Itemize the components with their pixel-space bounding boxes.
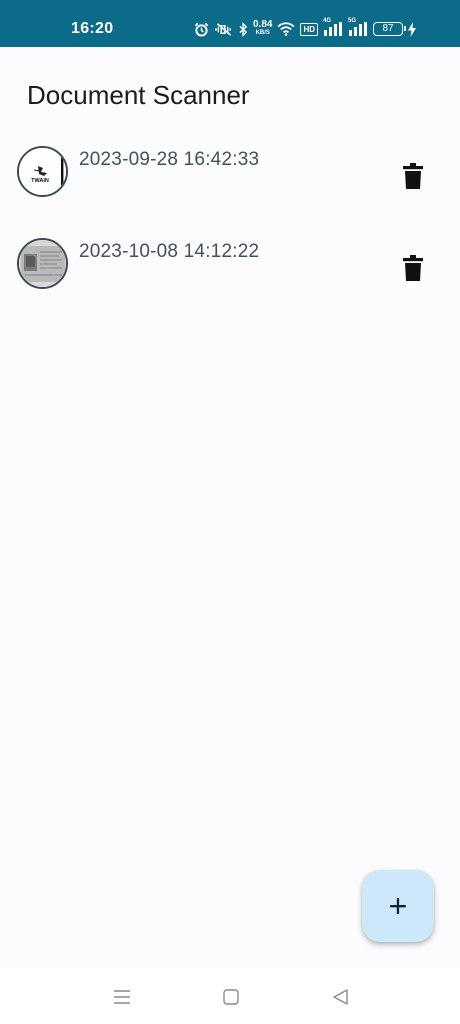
delete-button[interactable] bbox=[400, 253, 426, 283]
add-document-button[interactable]: + bbox=[362, 870, 434, 942]
bluetooth-icon bbox=[239, 21, 248, 37]
charging-icon bbox=[408, 21, 417, 37]
wifi-icon bbox=[277, 22, 296, 36]
menu-button[interactable] bbox=[111, 986, 133, 1008]
status-icons: 0.84 KB/S HD 4G 5G 87 bbox=[194, 18, 417, 39]
mute-vibrate-icon bbox=[215, 22, 232, 36]
back-button[interactable] bbox=[330, 986, 352, 1008]
trash-icon bbox=[403, 255, 423, 281]
document-thumbnail[interactable] bbox=[17, 238, 68, 289]
thumbnail-text: TWAIN bbox=[31, 178, 49, 184]
trash-icon bbox=[403, 163, 423, 189]
document-thumbnail[interactable]: TWAIN bbox=[17, 146, 68, 197]
home-button[interactable] bbox=[220, 986, 242, 1008]
navigation-bar bbox=[0, 968, 460, 1024]
signal-icon: 5G bbox=[348, 18, 368, 36]
status-bar: 16:20 0.84 KB/S HD 4G 5G 87 bbox=[0, 0, 460, 47]
document-photo-icon bbox=[19, 240, 66, 287]
signal-tag-5g: 5G bbox=[348, 18, 357, 24]
net-speed: 0.84 KB/S bbox=[253, 19, 273, 37]
back-icon bbox=[333, 989, 348, 1005]
twain-logo-icon: TWAIN bbox=[19, 148, 66, 195]
document-date: 2023-10-08 14:12:22 bbox=[79, 241, 260, 262]
battery-level: 87 bbox=[382, 23, 394, 34]
list-item[interactable]: 2023-10-08 14:12:22 bbox=[0, 232, 460, 292]
page-title: Document Scanner bbox=[27, 80, 250, 110]
add-icon: + bbox=[388, 887, 408, 924]
delete-button[interactable] bbox=[400, 161, 426, 191]
document-date: 2023-09-28 16:42:33 bbox=[79, 149, 260, 170]
menu-icon bbox=[114, 990, 130, 1004]
list-item[interactable]: TWAIN 2023-09-28 16:42:33 bbox=[0, 140, 460, 200]
signal-icon: 4G bbox=[323, 18, 343, 36]
alarm-icon bbox=[194, 22, 209, 37]
signal-tag-4g: 4G bbox=[323, 18, 332, 24]
home-icon bbox=[223, 989, 239, 1005]
status-time: 16:20 bbox=[71, 20, 114, 37]
net-speed-unit: KB/S bbox=[255, 30, 270, 36]
net-speed-value: 0.84 bbox=[253, 19, 273, 30]
hd-badge: HD bbox=[300, 22, 319, 36]
battery-icon: 87 bbox=[373, 22, 407, 36]
